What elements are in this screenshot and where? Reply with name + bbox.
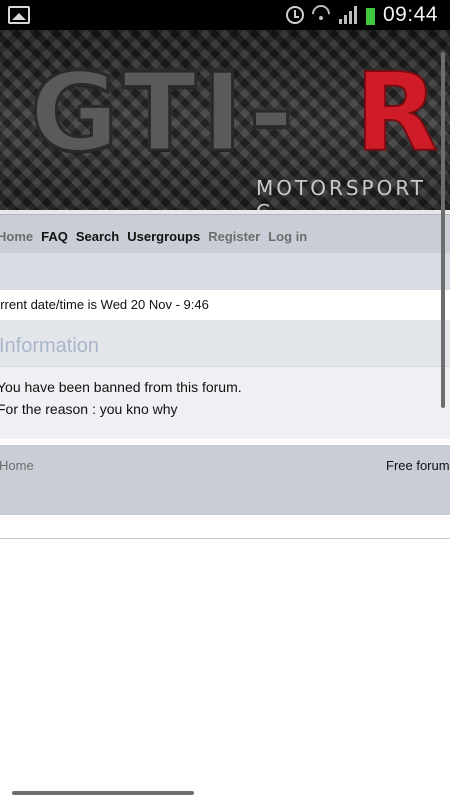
ban-message: You have been banned from this forum.: [0, 379, 242, 395]
footer-bar: Home Free forum: [0, 445, 450, 515]
nav-home-link[interactable]: Home: [0, 229, 33, 244]
nav-search-link[interactable]: Search: [76, 229, 119, 244]
sub-nav-bar: [0, 252, 450, 291]
horizontal-scrollbar[interactable]: [12, 791, 194, 795]
nav-faq-link[interactable]: FAQ: [41, 229, 68, 244]
logo-text: GTI-: [28, 51, 300, 176]
current-date-text: urrent date/time is Wed 20 Nov - 9:46: [0, 297, 209, 312]
battery-icon: [365, 5, 375, 25]
date-bar: urrent date/time is Wed 20 Nov - 9:46: [0, 290, 450, 321]
nav-login-link[interactable]: Log in: [268, 229, 307, 244]
vertical-scrollbar[interactable]: [441, 52, 445, 408]
ban-reason: For the reason : you kno why: [0, 401, 178, 417]
divider: [0, 538, 450, 539]
nav-usergroups-link[interactable]: Usergroups: [127, 229, 200, 244]
alarm-icon: [285, 6, 304, 24]
wifi-icon: [312, 5, 330, 25]
info-body: You have been banned from this forum. Fo…: [0, 367, 450, 439]
forum-banner[interactable]: GTI- R MOTORSPORT C: [0, 30, 450, 210]
footer-home-link[interactable]: Home: [0, 458, 34, 473]
signal-icon: [338, 6, 358, 24]
nav-register-link[interactable]: Register: [208, 229, 260, 244]
footer-free-forum-link[interactable]: Free forum: [386, 458, 450, 473]
logo-accent: R: [354, 51, 439, 176]
info-title: Information: [0, 335, 100, 357]
clock: 09:44: [382, 3, 438, 26]
gallery-icon: [8, 6, 30, 24]
info-header: Information: [0, 320, 450, 367]
logo-subtitle: MOTORSPORT C: [256, 176, 427, 210]
nav-bar: Home FAQ Search Usergroups Register Log …: [0, 214, 450, 253]
status-bar: 09:44: [0, 0, 450, 30]
